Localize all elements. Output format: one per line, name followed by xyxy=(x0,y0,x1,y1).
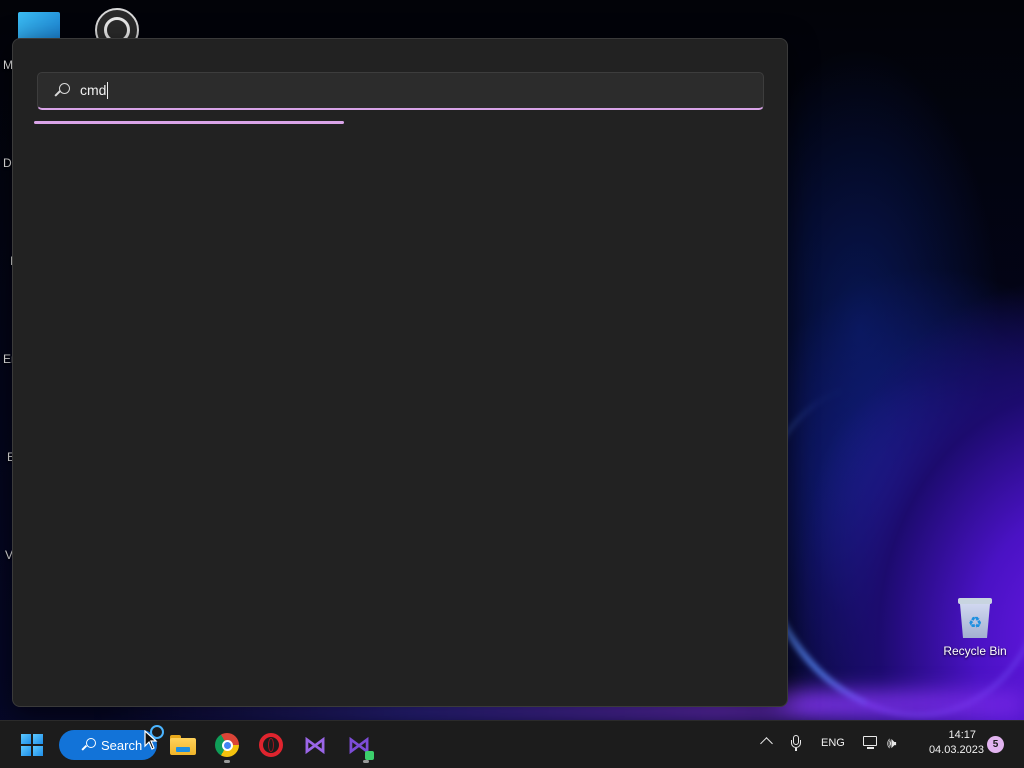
loading-progress-bar xyxy=(34,121,344,124)
start-button[interactable] xyxy=(14,729,50,761)
running-indicator xyxy=(363,760,369,763)
windows-logo-icon xyxy=(21,734,43,756)
search-input[interactable]: cmd xyxy=(37,72,764,110)
microphone-icon[interactable] xyxy=(791,735,801,751)
mouse-pointer-icon xyxy=(144,730,158,750)
recycle-bin-icon: ♻ xyxy=(957,596,993,638)
chrome-icon xyxy=(215,733,239,757)
system-clock[interactable]: 14:17 04.03.2023 xyxy=(912,728,984,758)
file-explorer-icon xyxy=(170,735,196,755)
search-button-label: Search xyxy=(101,737,143,753)
start-search-panel: cmd xyxy=(12,38,788,707)
clock-date: 04.03.2023 xyxy=(928,744,984,756)
clock-time: 14:17 xyxy=(948,729,976,741)
taskbar-visual-studio[interactable]: ⋈ xyxy=(297,729,333,761)
recycle-bin-label: Recycle Bin xyxy=(943,644,1007,658)
search-icon xyxy=(81,738,96,752)
taskbar-chrome[interactable] xyxy=(209,729,245,761)
network-icon[interactable] xyxy=(863,736,879,750)
search-icon xyxy=(54,82,70,99)
input-language-indicator[interactable]: ENG xyxy=(821,737,845,749)
taskbar-visual-studio-installer[interactable]: ⋈ xyxy=(341,729,377,761)
visual-studio-installer-icon: ⋈ xyxy=(347,733,374,760)
taskbar-opera[interactable] xyxy=(253,729,289,761)
visual-studio-icon: ⋈ xyxy=(303,731,327,759)
taskbar-file-explorer[interactable] xyxy=(165,729,201,761)
opera-icon xyxy=(259,733,283,757)
text-caret xyxy=(107,82,109,100)
running-indicator xyxy=(224,760,230,763)
recycle-bin[interactable]: ♻ Recycle Bin xyxy=(940,596,1010,658)
notification-count-badge[interactable]: 5 xyxy=(987,736,1004,753)
taskbar-search-button[interactable]: Search xyxy=(59,730,157,760)
search-query-text: cmd xyxy=(80,81,109,100)
volume-icon[interactable]: 🕪 xyxy=(887,734,896,752)
